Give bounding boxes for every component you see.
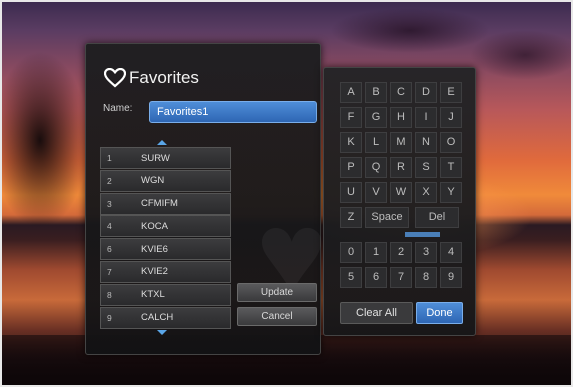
key-del[interactable]: Del <box>415 207 459 228</box>
key-a[interactable]: A <box>340 82 362 103</box>
key-4[interactable]: 4 <box>440 242 462 263</box>
key-1[interactable]: 1 <box>365 242 387 263</box>
favorites-header: Favorites <box>104 66 199 90</box>
clear-all-button[interactable]: Clear All <box>340 302 413 324</box>
channel-number: 3 <box>107 198 112 209</box>
key-b[interactable]: B <box>365 82 387 103</box>
cloud-decoration <box>330 8 490 53</box>
channel-name: KTXL <box>141 289 165 301</box>
channel-number: 6 <box>107 244 112 255</box>
channel-row[interactable]: 8 KTXL <box>100 283 231 306</box>
channel-row[interactable]: 3 CFMIFM <box>100 192 231 215</box>
key-r[interactable]: R <box>390 157 412 178</box>
key-0[interactable]: 0 <box>340 242 362 263</box>
cancel-button[interactable]: Cancel <box>237 307 317 326</box>
key-space[interactable]: Space <box>365 207 409 228</box>
channel-list: 1 SURW 2 WGN 3 CFMIFM 4 KOCA 6 KVIE6 7 K… <box>100 147 231 329</box>
name-input[interactable]: Favorites1 <box>149 101 317 123</box>
key-3[interactable]: 3 <box>415 242 437 263</box>
key-u[interactable]: U <box>340 182 362 203</box>
channel-number: 4 <box>107 221 112 232</box>
channel-name: WGN <box>141 175 165 187</box>
key-p[interactable]: P <box>340 157 362 178</box>
channel-row[interactable]: 9 CALCH <box>100 306 231 329</box>
channel-name: CFMIFM <box>141 198 178 210</box>
key-6[interactable]: 6 <box>365 267 387 288</box>
channel-number: 1 <box>107 153 112 163</box>
channel-name: KOCA <box>141 220 168 232</box>
key-n[interactable]: N <box>415 132 437 153</box>
channel-number: 2 <box>107 175 112 186</box>
page-title: Favorites <box>129 68 199 87</box>
done-button[interactable]: Done <box>416 302 463 324</box>
key-l[interactable]: L <box>365 132 387 153</box>
channel-number: 7 <box>107 266 112 277</box>
key-m[interactable]: M <box>390 132 412 153</box>
channel-row[interactable]: 2 WGN <box>100 169 231 192</box>
key-t[interactable]: T <box>440 157 462 178</box>
key-d[interactable]: D <box>415 82 437 103</box>
key-f[interactable]: F <box>340 107 362 128</box>
key-c[interactable]: C <box>390 82 412 103</box>
key-9[interactable]: 9 <box>440 267 462 288</box>
key-j[interactable]: J <box>440 107 462 128</box>
channel-name: KVIE6 <box>141 243 168 255</box>
channel-name: KVIE2 <box>141 266 168 278</box>
key-z[interactable]: Z <box>340 207 362 228</box>
name-label: Name: <box>103 103 133 114</box>
key-e[interactable]: E <box>440 82 462 103</box>
heart-icon <box>104 68 126 88</box>
channel-number: 8 <box>107 289 112 300</box>
channel-name: SURW <box>141 152 170 164</box>
channel-row[interactable]: 7 KVIE2 <box>100 260 231 283</box>
channel-name: CALCH <box>141 312 174 324</box>
key-7[interactable]: 7 <box>390 267 412 288</box>
keyboard-panel: A B C D E F G H I J K L M N O P Q R S T … <box>323 67 476 336</box>
scroll-down-icon[interactable] <box>157 330 167 335</box>
key-2[interactable]: 2 <box>390 242 412 263</box>
channel-number: 9 <box>107 312 112 323</box>
key-w[interactable]: W <box>390 182 412 203</box>
scroll-up-icon[interactable] <box>157 140 167 145</box>
key-k[interactable]: K <box>340 132 362 153</box>
key-q[interactable]: Q <box>365 157 387 178</box>
scroll-indicator <box>405 232 440 237</box>
key-5[interactable]: 5 <box>340 267 362 288</box>
key-o[interactable]: O <box>440 132 462 153</box>
key-x[interactable]: X <box>415 182 437 203</box>
channel-row[interactable]: 1 SURW <box>100 147 231 169</box>
cloud-decoration <box>470 30 573 80</box>
update-button[interactable]: Update <box>237 283 317 302</box>
key-8[interactable]: 8 <box>415 267 437 288</box>
key-i[interactable]: I <box>415 107 437 128</box>
key-h[interactable]: H <box>390 107 412 128</box>
key-y[interactable]: Y <box>440 182 462 203</box>
channel-row[interactable]: 6 KVIE6 <box>100 238 231 261</box>
key-s[interactable]: S <box>415 157 437 178</box>
key-v[interactable]: V <box>365 182 387 203</box>
key-g[interactable]: G <box>365 107 387 128</box>
channel-row[interactable]: 4 KOCA <box>100 215 231 238</box>
favorites-panel: ♥ Favorites Name: Favorites1 1 SURW 2 WG… <box>85 43 327 355</box>
